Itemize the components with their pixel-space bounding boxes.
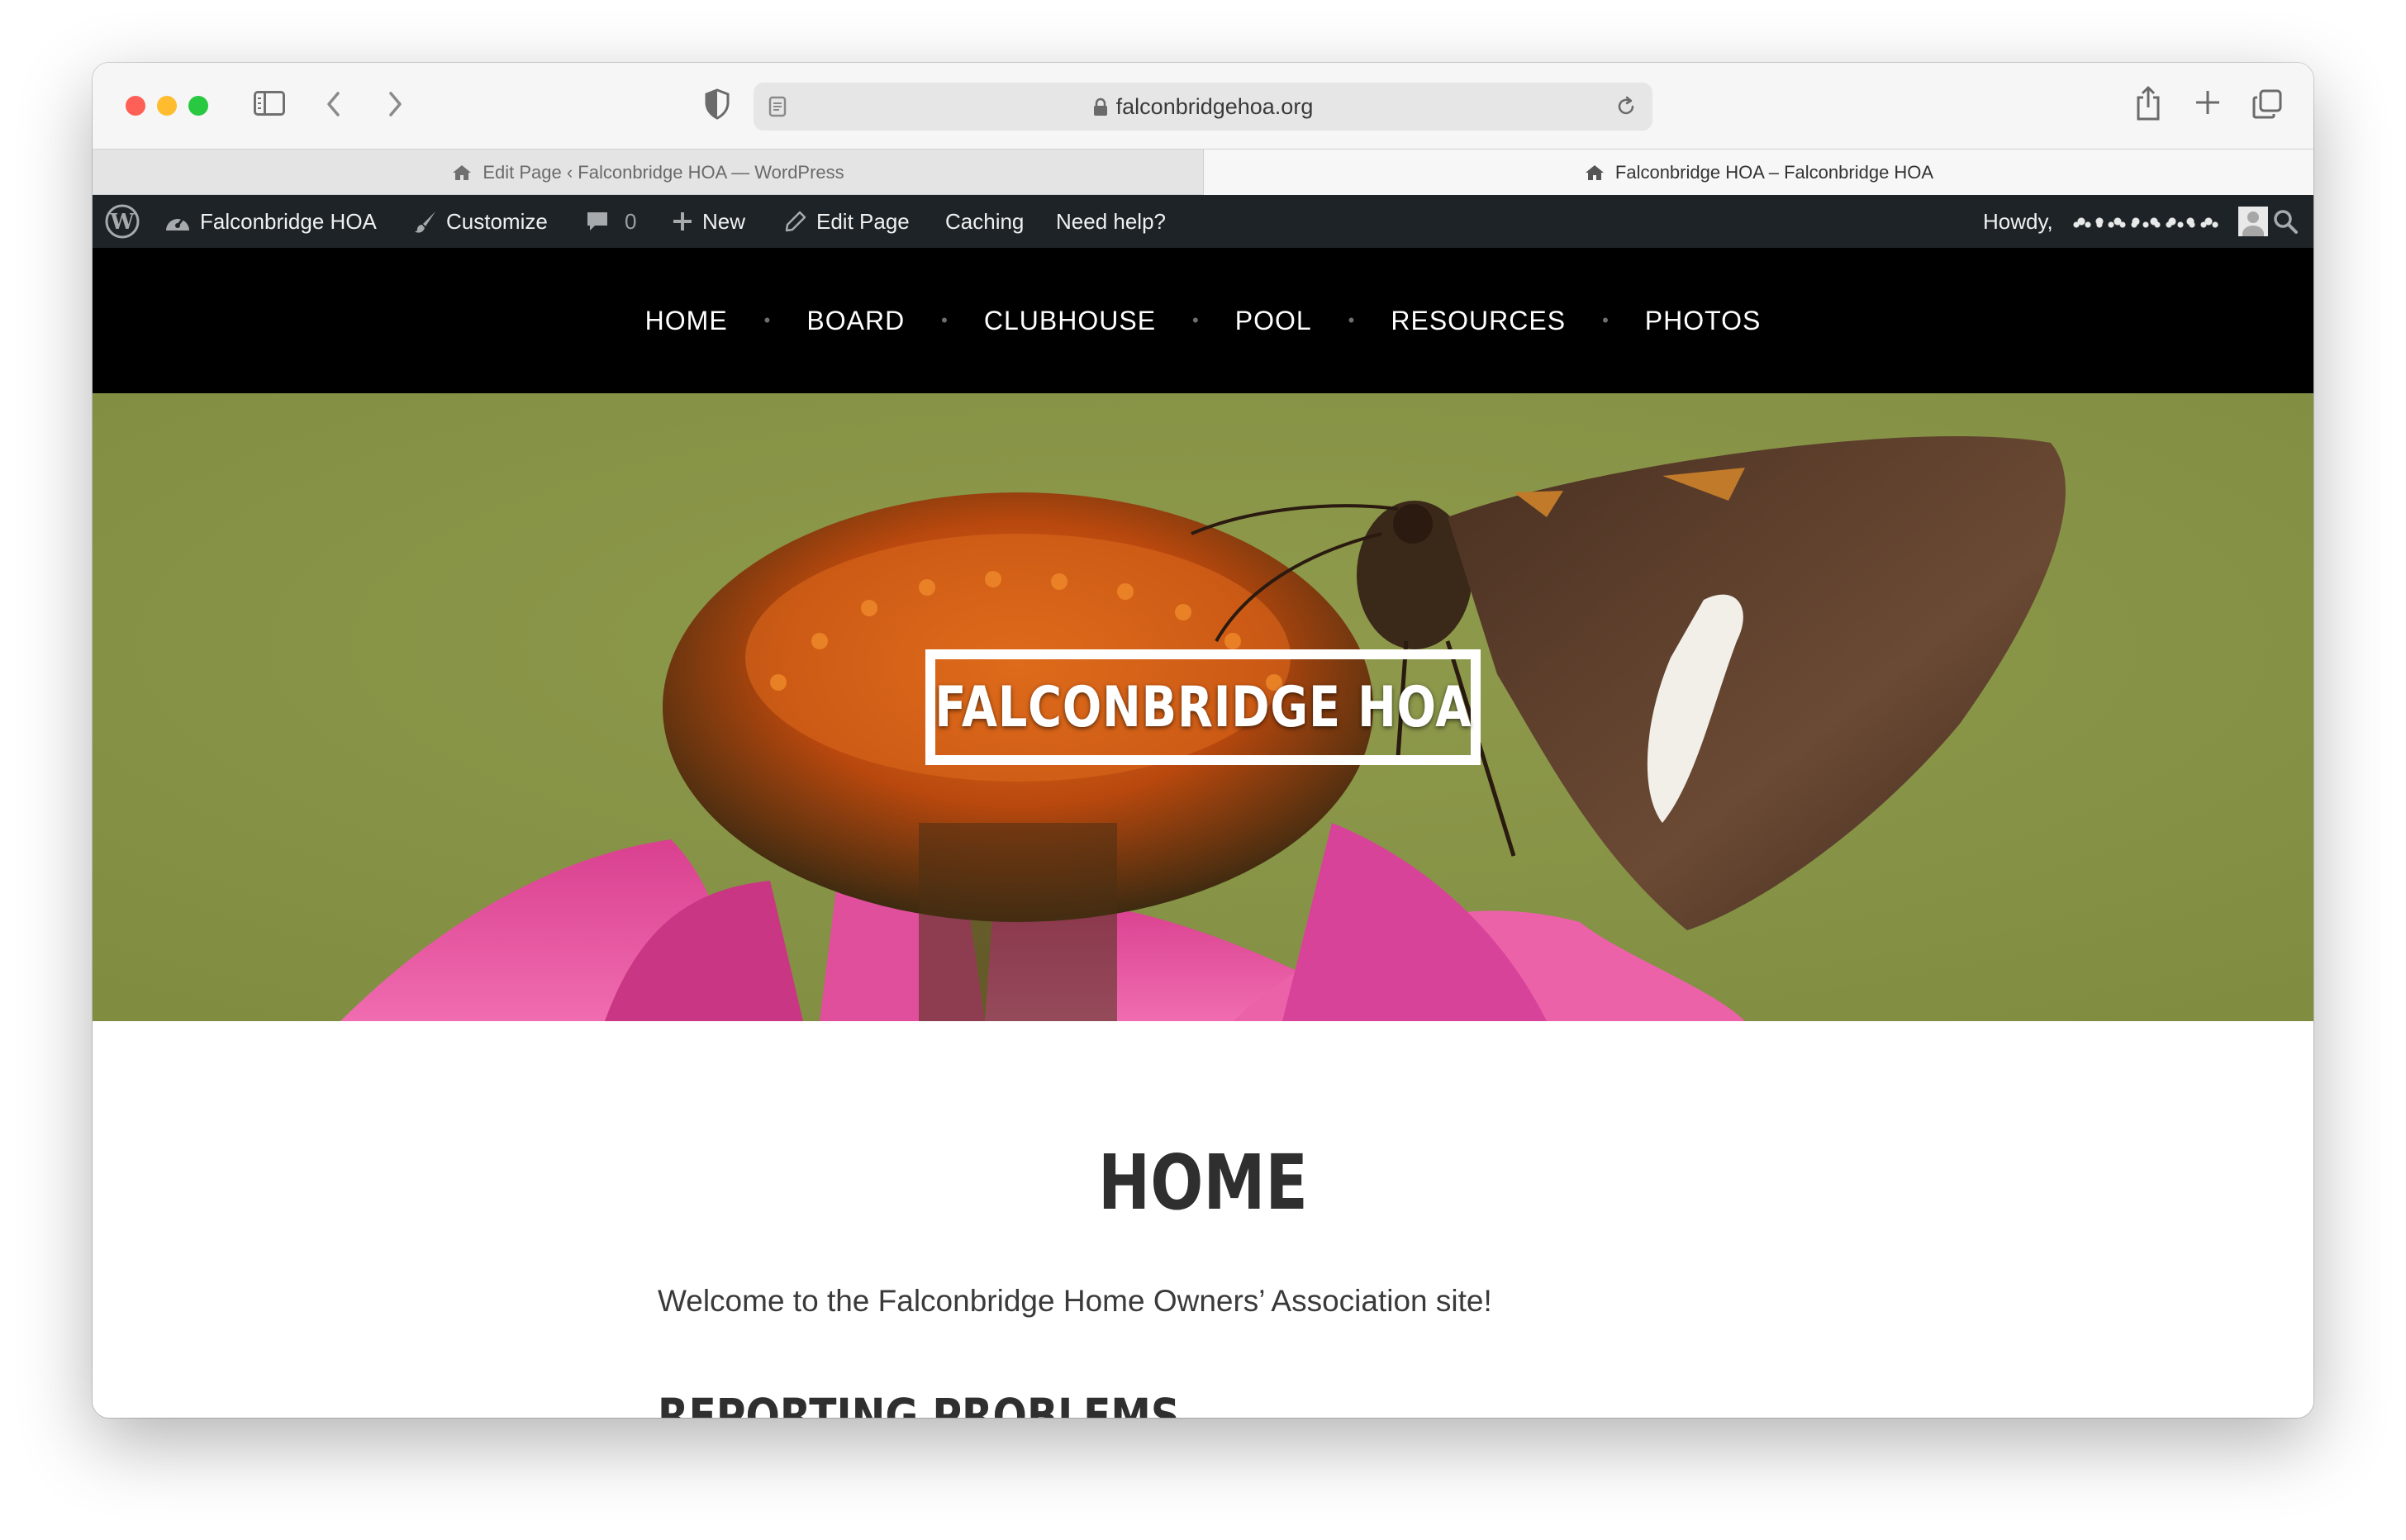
- browser-toolbar: falconbridgehoa.org: [93, 63, 2313, 149]
- address-bar[interactable]: falconbridgehoa.org: [754, 83, 1652, 131]
- nav-item-photos[interactable]: PHOTOS: [1638, 306, 1768, 336]
- avatar: [2237, 207, 2268, 236]
- home-icon: [1584, 164, 1605, 182]
- share-icon[interactable]: [2133, 84, 2163, 122]
- wordpress-logo-icon[interactable]: W: [104, 195, 140, 248]
- tab-overview-icon[interactable]: [2251, 88, 2284, 121]
- search-icon[interactable]: [2272, 205, 2299, 238]
- maximize-window-button[interactable]: [188, 96, 208, 116]
- nav-item-home[interactable]: HOME: [639, 306, 735, 336]
- nav-separator-dot: •: [941, 310, 948, 330]
- page-title: HOME: [1098, 1138, 1308, 1227]
- comment-bubble-icon: [587, 212, 607, 231]
- hero-header: FALCONBRIDGE HOA: [93, 393, 2313, 1021]
- intro-paragraph: Welcome to the Falconbridge Home Owners’…: [658, 1284, 1492, 1318]
- nav-separator-dot: •: [1192, 310, 1199, 330]
- minimize-window-button[interactable]: [157, 96, 177, 116]
- account-menu[interactable]: Howdy,: [1983, 195, 2268, 248]
- nav-separator-dot: •: [1602, 310, 1609, 330]
- tab-falconbridge-hoa[interactable]: Falconbridge HOA – Falconbridge HOA: [1203, 150, 2313, 195]
- new-tab-icon[interactable]: [2193, 88, 2223, 117]
- tab-strip: Edit Page ‹ Falconbridge HOA — WordPress…: [93, 149, 2313, 195]
- browser-window: falconbridgehoa.org Edit Page ‹ Falconbr…: [93, 63, 2313, 1418]
- wp-admin-bar: W Falconbridge HOA Customize 0 New Edit …: [93, 195, 2313, 248]
- caching-link[interactable]: Caching: [945, 195, 1024, 248]
- lock-icon: [1093, 97, 1108, 116]
- redacted-username: [2071, 212, 2222, 231]
- tab-edit-page[interactable]: Edit Page ‹ Falconbridge HOA — WordPress: [93, 150, 1203, 195]
- plus-icon: [673, 212, 692, 231]
- nav-separator-dot: •: [1348, 310, 1355, 330]
- sidebar-toggle-icon[interactable]: [254, 91, 285, 116]
- nav-separator-dot: •: [763, 310, 771, 330]
- new-content-link[interactable]: New: [671, 195, 745, 248]
- need-help-link[interactable]: Need help?: [1056, 195, 1166, 248]
- customize-link[interactable]: Customize: [413, 195, 548, 248]
- dashboard-icon: [166, 217, 189, 231]
- page-content: HOME Welcome to the Falconbridge Home Ow…: [93, 1021, 2313, 1418]
- pencil-icon: [785, 211, 806, 232]
- close-window-button[interactable]: [126, 96, 145, 116]
- nav-item-board[interactable]: BOARD: [800, 306, 911, 336]
- nav-item-clubhouse[interactable]: CLUBHOUSE: [977, 306, 1163, 336]
- nav-item-pool[interactable]: POOL: [1229, 306, 1319, 336]
- home-icon: [451, 164, 473, 182]
- site-title: FALCONBRIDGE HOA: [934, 674, 1472, 740]
- tab-title: Falconbridge HOA – Falconbridge HOA: [1614, 161, 1934, 183]
- tab-title: Edit Page ‹ Falconbridge HOA — WordPress: [483, 161, 844, 183]
- nav-item-resources[interactable]: RESOURCES: [1384, 306, 1572, 336]
- url-text: falconbridgehoa.org: [1115, 93, 1314, 119]
- primary-navigation: HOME • BOARD • CLUBHOUSE • POOL • RESOURCES • PHOT…: [93, 248, 2313, 393]
- edit-page-link[interactable]: Edit Page: [783, 195, 910, 248]
- section-heading: REPORTING PROBLEMS: [658, 1388, 1181, 1418]
- reload-icon[interactable]: [1614, 95, 1638, 118]
- site-title-box[interactable]: FALCONBRIDGE HOA: [925, 649, 1481, 765]
- back-arrow-icon[interactable]: [322, 89, 347, 119]
- admin-site-name-link[interactable]: Falconbridge HOA: [164, 195, 377, 248]
- privacy-shield-icon[interactable]: [704, 88, 730, 121]
- brush-icon: [415, 212, 435, 233]
- comments-link[interactable]: 0: [585, 195, 636, 248]
- forward-arrow-icon[interactable]: [382, 89, 407, 119]
- svg-text:W: W: [109, 210, 135, 235]
